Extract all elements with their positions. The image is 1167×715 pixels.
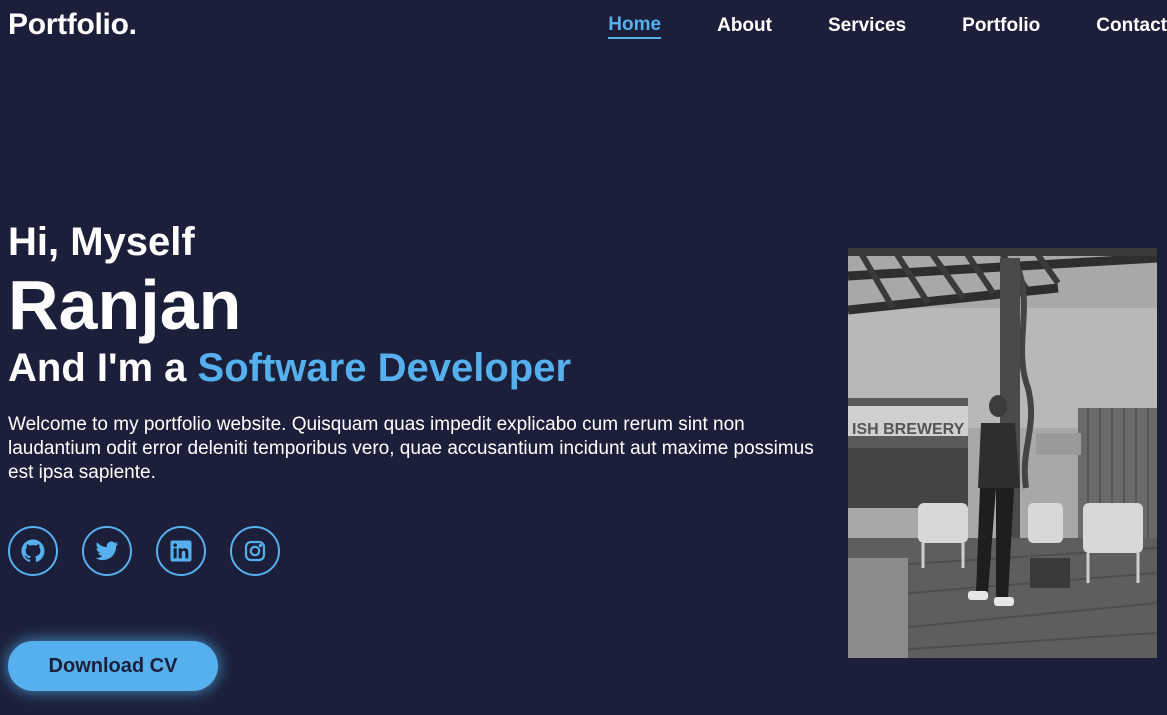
hero-name: Ranjan <box>8 266 242 344</box>
nav-contact-link[interactable]: Contact <box>1096 14 1167 38</box>
hero-role-prefix: And I'm a <box>8 346 187 390</box>
instagram-icon <box>244 540 266 562</box>
github-link[interactable] <box>8 526 58 576</box>
social-links <box>8 526 838 576</box>
hero-section: Hi, Myself Ranjan And I'm a Software Dev… <box>8 218 838 576</box>
download-cv-button[interactable]: Download CV <box>8 641 218 691</box>
hero-intro: Welcome to my portfolio website. Quisqua… <box>8 414 814 483</box>
hero-role-highlight: Software Developer <box>197 346 572 390</box>
nav-about-link[interactable]: About <box>717 14 772 38</box>
hero-role: And I'm a Software Developer <box>8 344 838 392</box>
profile-photo: ISH BREWERY <box>848 248 1157 658</box>
brewery-sign: ISH BREWERY <box>852 421 965 438</box>
instagram-link[interactable] <box>230 526 280 576</box>
linkedin-icon <box>170 540 192 562</box>
twitter-link[interactable] <box>82 526 132 576</box>
nav-portfolio-link[interactable]: Portfolio <box>962 14 1040 38</box>
main-nav: Home About Services Portfolio Contact <box>608 13 1167 39</box>
hero-greeting: Hi, Myself <box>8 220 195 264</box>
github-icon <box>21 539 45 563</box>
profile-photo-scene: ISH BREWERY <box>848 248 1157 658</box>
nav-home-link[interactable]: Home <box>608 13 662 39</box>
site-logo[interactable]: Portfolio. <box>8 7 137 43</box>
linkedin-link[interactable] <box>156 526 206 576</box>
nav-services-link[interactable]: Services <box>828 14 906 38</box>
twitter-icon <box>95 541 119 561</box>
